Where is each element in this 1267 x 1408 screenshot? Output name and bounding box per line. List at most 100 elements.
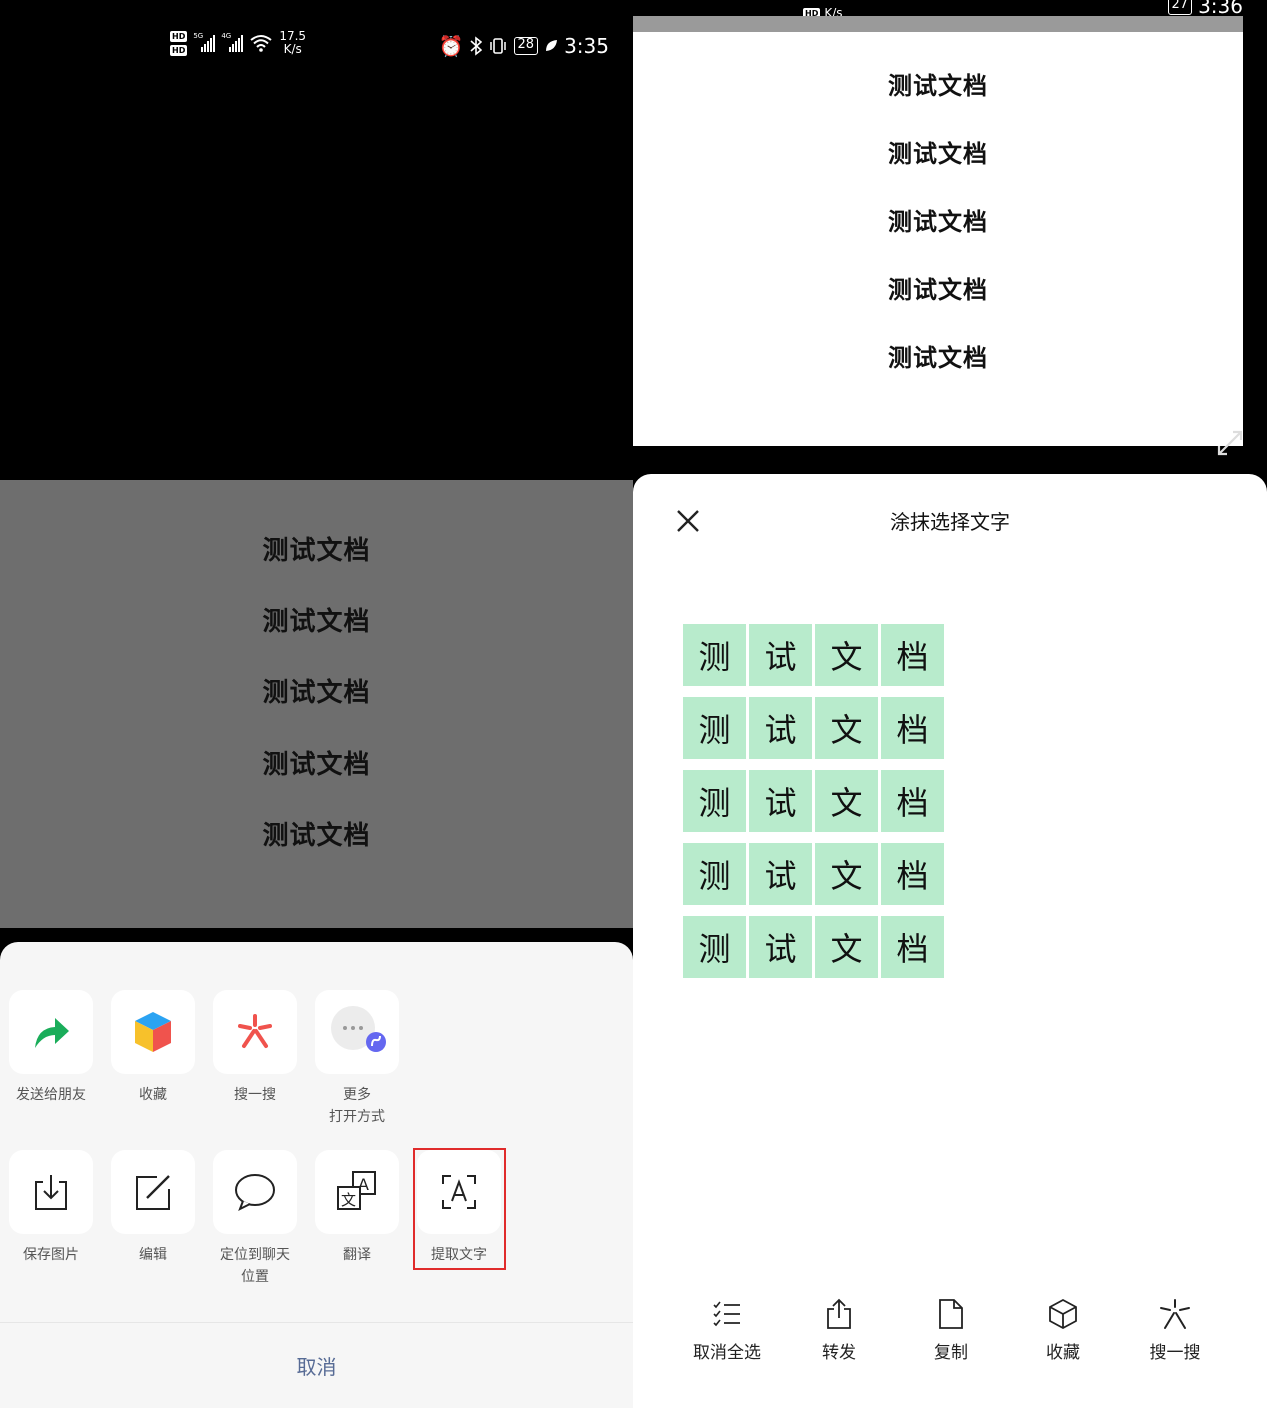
deselect-all-button[interactable]: 取消全选 <box>671 1296 783 1363</box>
alarm-icon: ⏰ <box>438 34 464 58</box>
image-top-edge <box>633 16 1243 32</box>
grid-row: 测 试 文 档 <box>683 770 944 832</box>
checklist-icon <box>713 1301 740 1327</box>
net-speed-unit: K/s <box>283 42 302 56</box>
favorite-option[interactable]: 收藏 <box>102 990 204 1106</box>
search-button[interactable]: 搜一搜 <box>1119 1296 1231 1363</box>
favorite-button[interactable]: 收藏 <box>1007 1296 1119 1363</box>
char-cell[interactable]: 文 <box>815 624 878 686</box>
bluetooth-icon <box>469 36 482 56</box>
char-cell[interactable]: 试 <box>749 916 812 978</box>
action-label: 复制 <box>934 1343 968 1363</box>
hd-badge-1: HD <box>170 30 188 42</box>
document-image[interactable]: 测试文档 测试文档 测试文档 测试文档 测试文档 <box>633 32 1243 446</box>
option-tile <box>315 990 399 1074</box>
bottom-action-bar: 取消全选 转发 复制 收藏 搜一搜 <box>633 1296 1267 1376</box>
network-indicators: HD HD 5G 4G 17.5 K/s <box>170 30 306 56</box>
locate-in-chat-option[interactable]: 定位到聊天 位置 <box>204 1150 306 1288</box>
preview-line: 测试文档 <box>262 536 371 566</box>
char-cell[interactable]: 测 <box>683 916 746 978</box>
char-cell[interactable]: 档 <box>881 916 944 978</box>
char-cell[interactable]: 试 <box>749 697 812 759</box>
doc-line: 测试文档 <box>888 208 988 236</box>
doc-line: 测试文档 <box>888 276 988 304</box>
copy-button[interactable]: 复制 <box>895 1296 1007 1363</box>
option-label: 保存图片 <box>23 1247 79 1263</box>
chat-bubble-icon <box>235 1174 275 1212</box>
option-label: 翻译 <box>343 1247 371 1263</box>
expand-icon[interactable] <box>1215 428 1245 458</box>
search-spark-icon <box>1160 1299 1190 1329</box>
status-right-group: ⏰ 28 3:35 <box>439 34 609 58</box>
option-label: 更多 打开方式 <box>329 1087 385 1125</box>
char-cell[interactable]: 试 <box>749 624 812 686</box>
forward-button[interactable]: 转发 <box>783 1296 895 1363</box>
preview-line: 测试文档 <box>262 821 371 851</box>
search-option[interactable]: 搜一搜 <box>204 990 306 1106</box>
action-label: 取消全选 <box>693 1343 761 1363</box>
clock-time: 3:35 <box>564 34 609 58</box>
char-cell[interactable]: 文 <box>815 843 878 905</box>
status-bar: HD HD 5G 4G 17.5 K/s ⏰ 28 3:35 <box>0 0 633 90</box>
action-label: 转发 <box>822 1343 856 1363</box>
preview-line: 测试文档 <box>262 607 371 637</box>
option-label: 定位到聊天 位置 <box>220 1247 290 1285</box>
edit-option[interactable]: 编辑 <box>102 1150 204 1266</box>
char-cell[interactable]: 测 <box>683 770 746 832</box>
option-tile <box>111 990 195 1074</box>
search-spark-icon <box>238 1014 272 1048</box>
char-cell[interactable]: 文 <box>815 697 878 759</box>
action-icon-wrap <box>1119 1296 1231 1332</box>
char-cell[interactable]: 测 <box>683 697 746 759</box>
leaf-icon <box>546 40 558 51</box>
char-cell[interactable]: 档 <box>881 624 944 686</box>
text-select-panel: 涂抹选择文字 测 试 文 档 测 试 文 档 测 试 文 档 测 试 文 档 测… <box>633 474 1267 1408</box>
doc-line: 测试文档 <box>888 344 988 372</box>
option-tile <box>9 990 93 1074</box>
char-cell[interactable]: 试 <box>749 843 812 905</box>
option-tile <box>213 1150 297 1234</box>
copy-document-icon <box>939 1299 963 1329</box>
action-icon-wrap <box>783 1296 895 1332</box>
save-image-option[interactable]: 保存图片 <box>0 1150 102 1266</box>
forward-icon <box>827 1298 851 1329</box>
hd-badge-2: HD <box>170 44 188 56</box>
char-cell[interactable]: 档 <box>881 843 944 905</box>
option-tile: A 文 <box>315 1150 399 1234</box>
option-tile <box>213 990 297 1074</box>
char-cell[interactable]: 测 <box>683 843 746 905</box>
option-tile <box>111 1150 195 1234</box>
battery-indicator: 28 <box>513 37 539 55</box>
action-icon-wrap <box>895 1296 1007 1332</box>
wifi-icon <box>250 35 272 52</box>
grid-row: 测 试 文 档 <box>683 624 944 686</box>
share-arrow-icon <box>35 1018 69 1048</box>
doc-line: 测试文档 <box>888 72 988 100</box>
char-cell[interactable]: 文 <box>815 916 878 978</box>
char-cell[interactable]: 测 <box>683 624 746 686</box>
char-cell[interactable]: 档 <box>881 697 944 759</box>
net-speed: 17.5 K/s <box>279 30 306 56</box>
cancel-button[interactable]: 取消 <box>0 1322 633 1408</box>
doc-line: 测试文档 <box>888 140 988 168</box>
right-phone-screen: HD K/s 27 3:36 测试文档 测试文档 测试文档 测试文档 测试文档 … <box>633 0 1267 1408</box>
signal-5g-icon: 5G <box>193 32 216 52</box>
send-to-friend-option[interactable]: 发送给朋友 <box>0 990 102 1106</box>
option-label: 编辑 <box>139 1247 167 1263</box>
option-label: 发送给朋友 <box>16 1087 86 1103</box>
panel-title: 涂抹选择文字 <box>890 510 1010 534</box>
hd-badges: HD HD <box>170 30 188 56</box>
preview-line: 测试文档 <box>262 678 371 708</box>
char-cell[interactable]: 文 <box>815 770 878 832</box>
char-cell[interactable]: 档 <box>881 770 944 832</box>
save-image-icon <box>35 1175 67 1210</box>
favorite-cube-icon <box>135 1012 171 1052</box>
image-preview[interactable]: 测试文档 测试文档 测试文档 测试文档 测试文档 <box>0 480 633 928</box>
more-open-option[interactable]: 更多 打开方式 <box>306 990 408 1128</box>
svg-text:文: 文 <box>341 1191 356 1209</box>
translate-option[interactable]: A 文 翻译 <box>306 1150 408 1266</box>
option-label: 搜一搜 <box>234 1087 276 1103</box>
char-cell[interactable]: 试 <box>749 770 812 832</box>
action-sheet: 发送给朋友 收藏 搜一搜 更多 打开方式 保存图片 编辑 定位到聊天 位置 A … <box>0 942 633 1408</box>
option-tile <box>9 1150 93 1234</box>
